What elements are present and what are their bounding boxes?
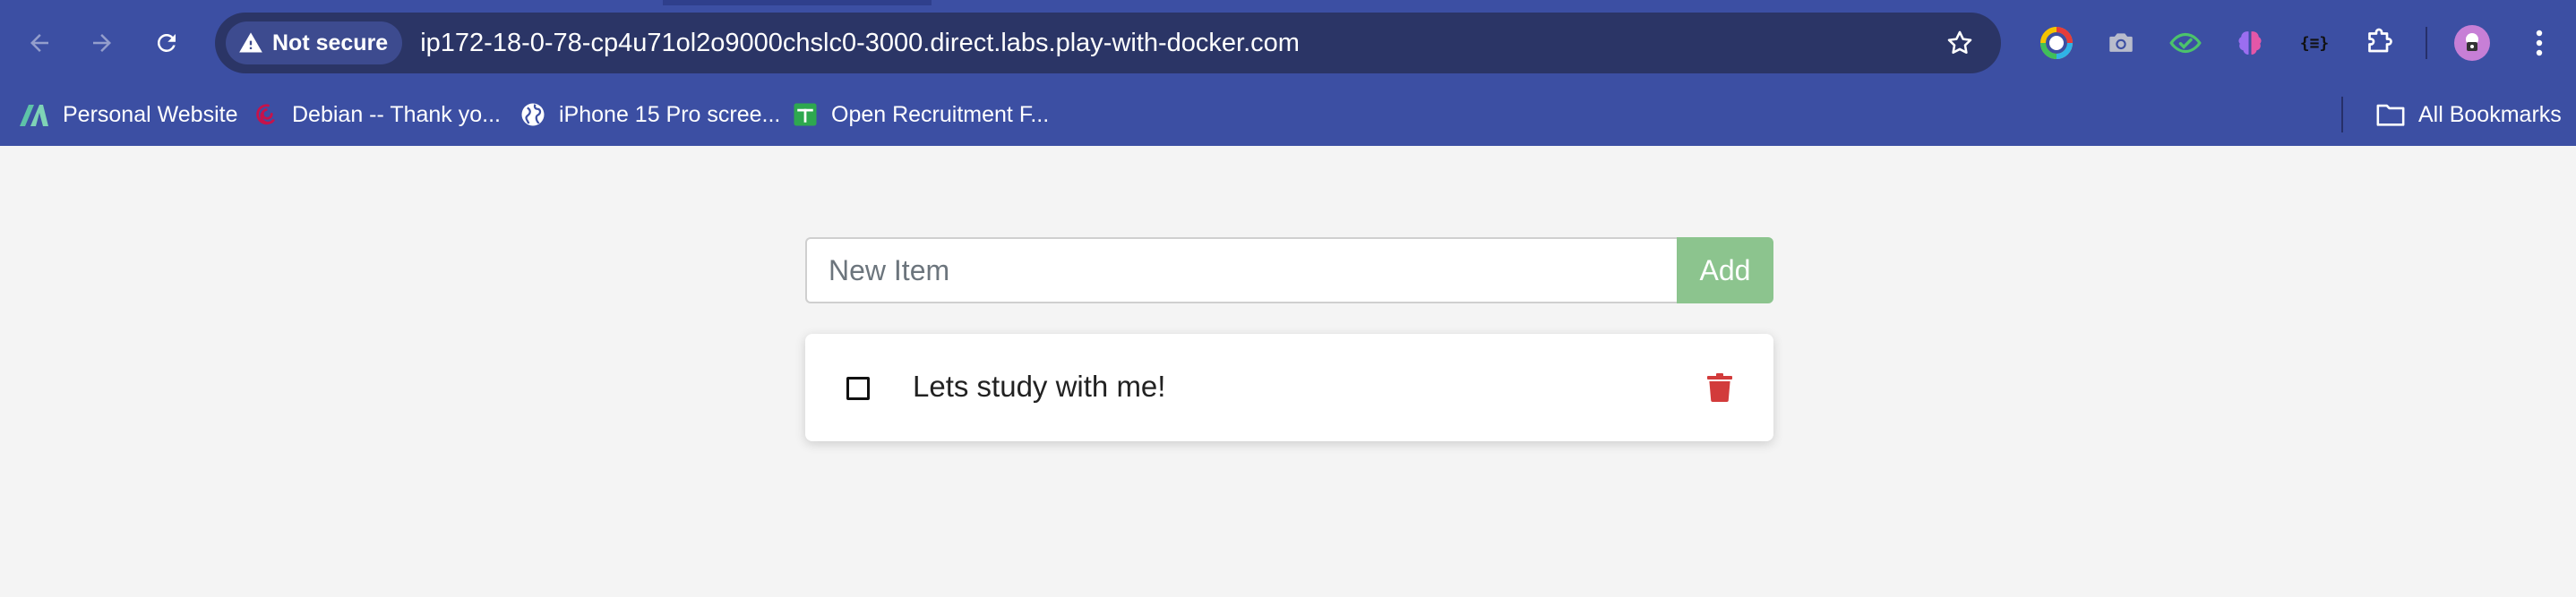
bookmark-star-button[interactable]	[1942, 25, 1978, 61]
browser-chrome: Not secure ip172-18-0-78-cp4u71ol2o9000c…	[0, 0, 2576, 146]
debian-swirl-icon	[256, 104, 275, 125]
arrow-left-icon	[30, 34, 48, 52]
warning-icon	[239, 32, 262, 53]
bookmark-personal-website[interactable]: Personal Website	[18, 93, 237, 136]
folder-icon	[2376, 104, 2405, 126]
color-picker-extension-icon[interactable]	[2037, 23, 2076, 63]
list-item: Lets study with me!	[805, 334, 1773, 441]
bookmark-label: Open Recruitment F...	[831, 101, 1050, 127]
toolbar-divider	[2426, 27, 2427, 59]
add-item-form: Add	[805, 237, 1773, 303]
all-bookmarks-label: All Bookmarks	[2418, 101, 2562, 127]
arrow-right-icon	[93, 34, 111, 52]
bookmarks-divider	[2341, 97, 2343, 132]
security-label: Not secure	[272, 30, 389, 55]
todo-app: Add Lets study with me!	[0, 146, 2576, 597]
globe-icon	[521, 103, 545, 126]
url-text[interactable]: ip172-18-0-78-cp4u71ol2o9000chslc0-3000.…	[420, 29, 1300, 58]
trash-icon	[1707, 373, 1732, 402]
bookmark-label: iPhone 15 Pro scree...	[559, 101, 781, 127]
bookmarks-bar: Personal Website Debian -- Thank yo... i…	[0, 86, 2576, 146]
reload-button[interactable]	[145, 21, 188, 64]
address-bar[interactable]: Not secure ip172-18-0-78-cp4u71ol2o9000c…	[215, 13, 2001, 73]
item-name: Lets study with me!	[913, 370, 1166, 403]
google-forms-icon	[794, 103, 817, 126]
personal-website-logo-icon	[20, 105, 48, 126]
reload-icon	[157, 33, 176, 52]
new-item-input[interactable]	[805, 237, 1677, 303]
bookmark-label: Debian -- Thank yo...	[292, 101, 501, 127]
json-formatter-extension-icon[interactable]: {≡}	[2295, 23, 2334, 63]
profile-avatar[interactable]	[2452, 23, 2492, 63]
three-dots-vertical-icon	[2536, 30, 2543, 56]
forward-button[interactable]	[81, 21, 124, 64]
add-button[interactable]: Add	[1677, 237, 1773, 303]
bookmark-label: Personal Website	[63, 101, 238, 127]
star-outline-icon	[1947, 30, 1972, 55]
browser-menu-button[interactable]	[2521, 23, 2557, 63]
browser-toolbar: Not secure ip172-18-0-78-cp4u71ol2o9000c…	[0, 0, 2576, 86]
eye-checkmark-extension-icon[interactable]	[2166, 23, 2205, 63]
brain-extension-icon[interactable]	[2230, 23, 2270, 63]
bookmark-open-recruitment[interactable]: Open Recruitment F...	[792, 93, 1049, 136]
bookmark-iphone-15-pro[interactable]: iPhone 15 Pro scree...	[519, 93, 780, 136]
bookmark-debian[interactable]: Debian -- Thank yo...	[253, 93, 501, 136]
back-button[interactable]	[18, 21, 61, 64]
camera-extension-icon[interactable]	[2101, 23, 2141, 63]
extensions-puzzle-icon[interactable]	[2359, 23, 2399, 63]
delete-item-button[interactable]	[1702, 370, 1738, 405]
item-complete-checkbox[interactable]	[846, 377, 870, 400]
all-bookmarks-button[interactable]: All Bookmarks	[2375, 93, 2562, 136]
security-indicator[interactable]: Not secure	[226, 21, 403, 64]
